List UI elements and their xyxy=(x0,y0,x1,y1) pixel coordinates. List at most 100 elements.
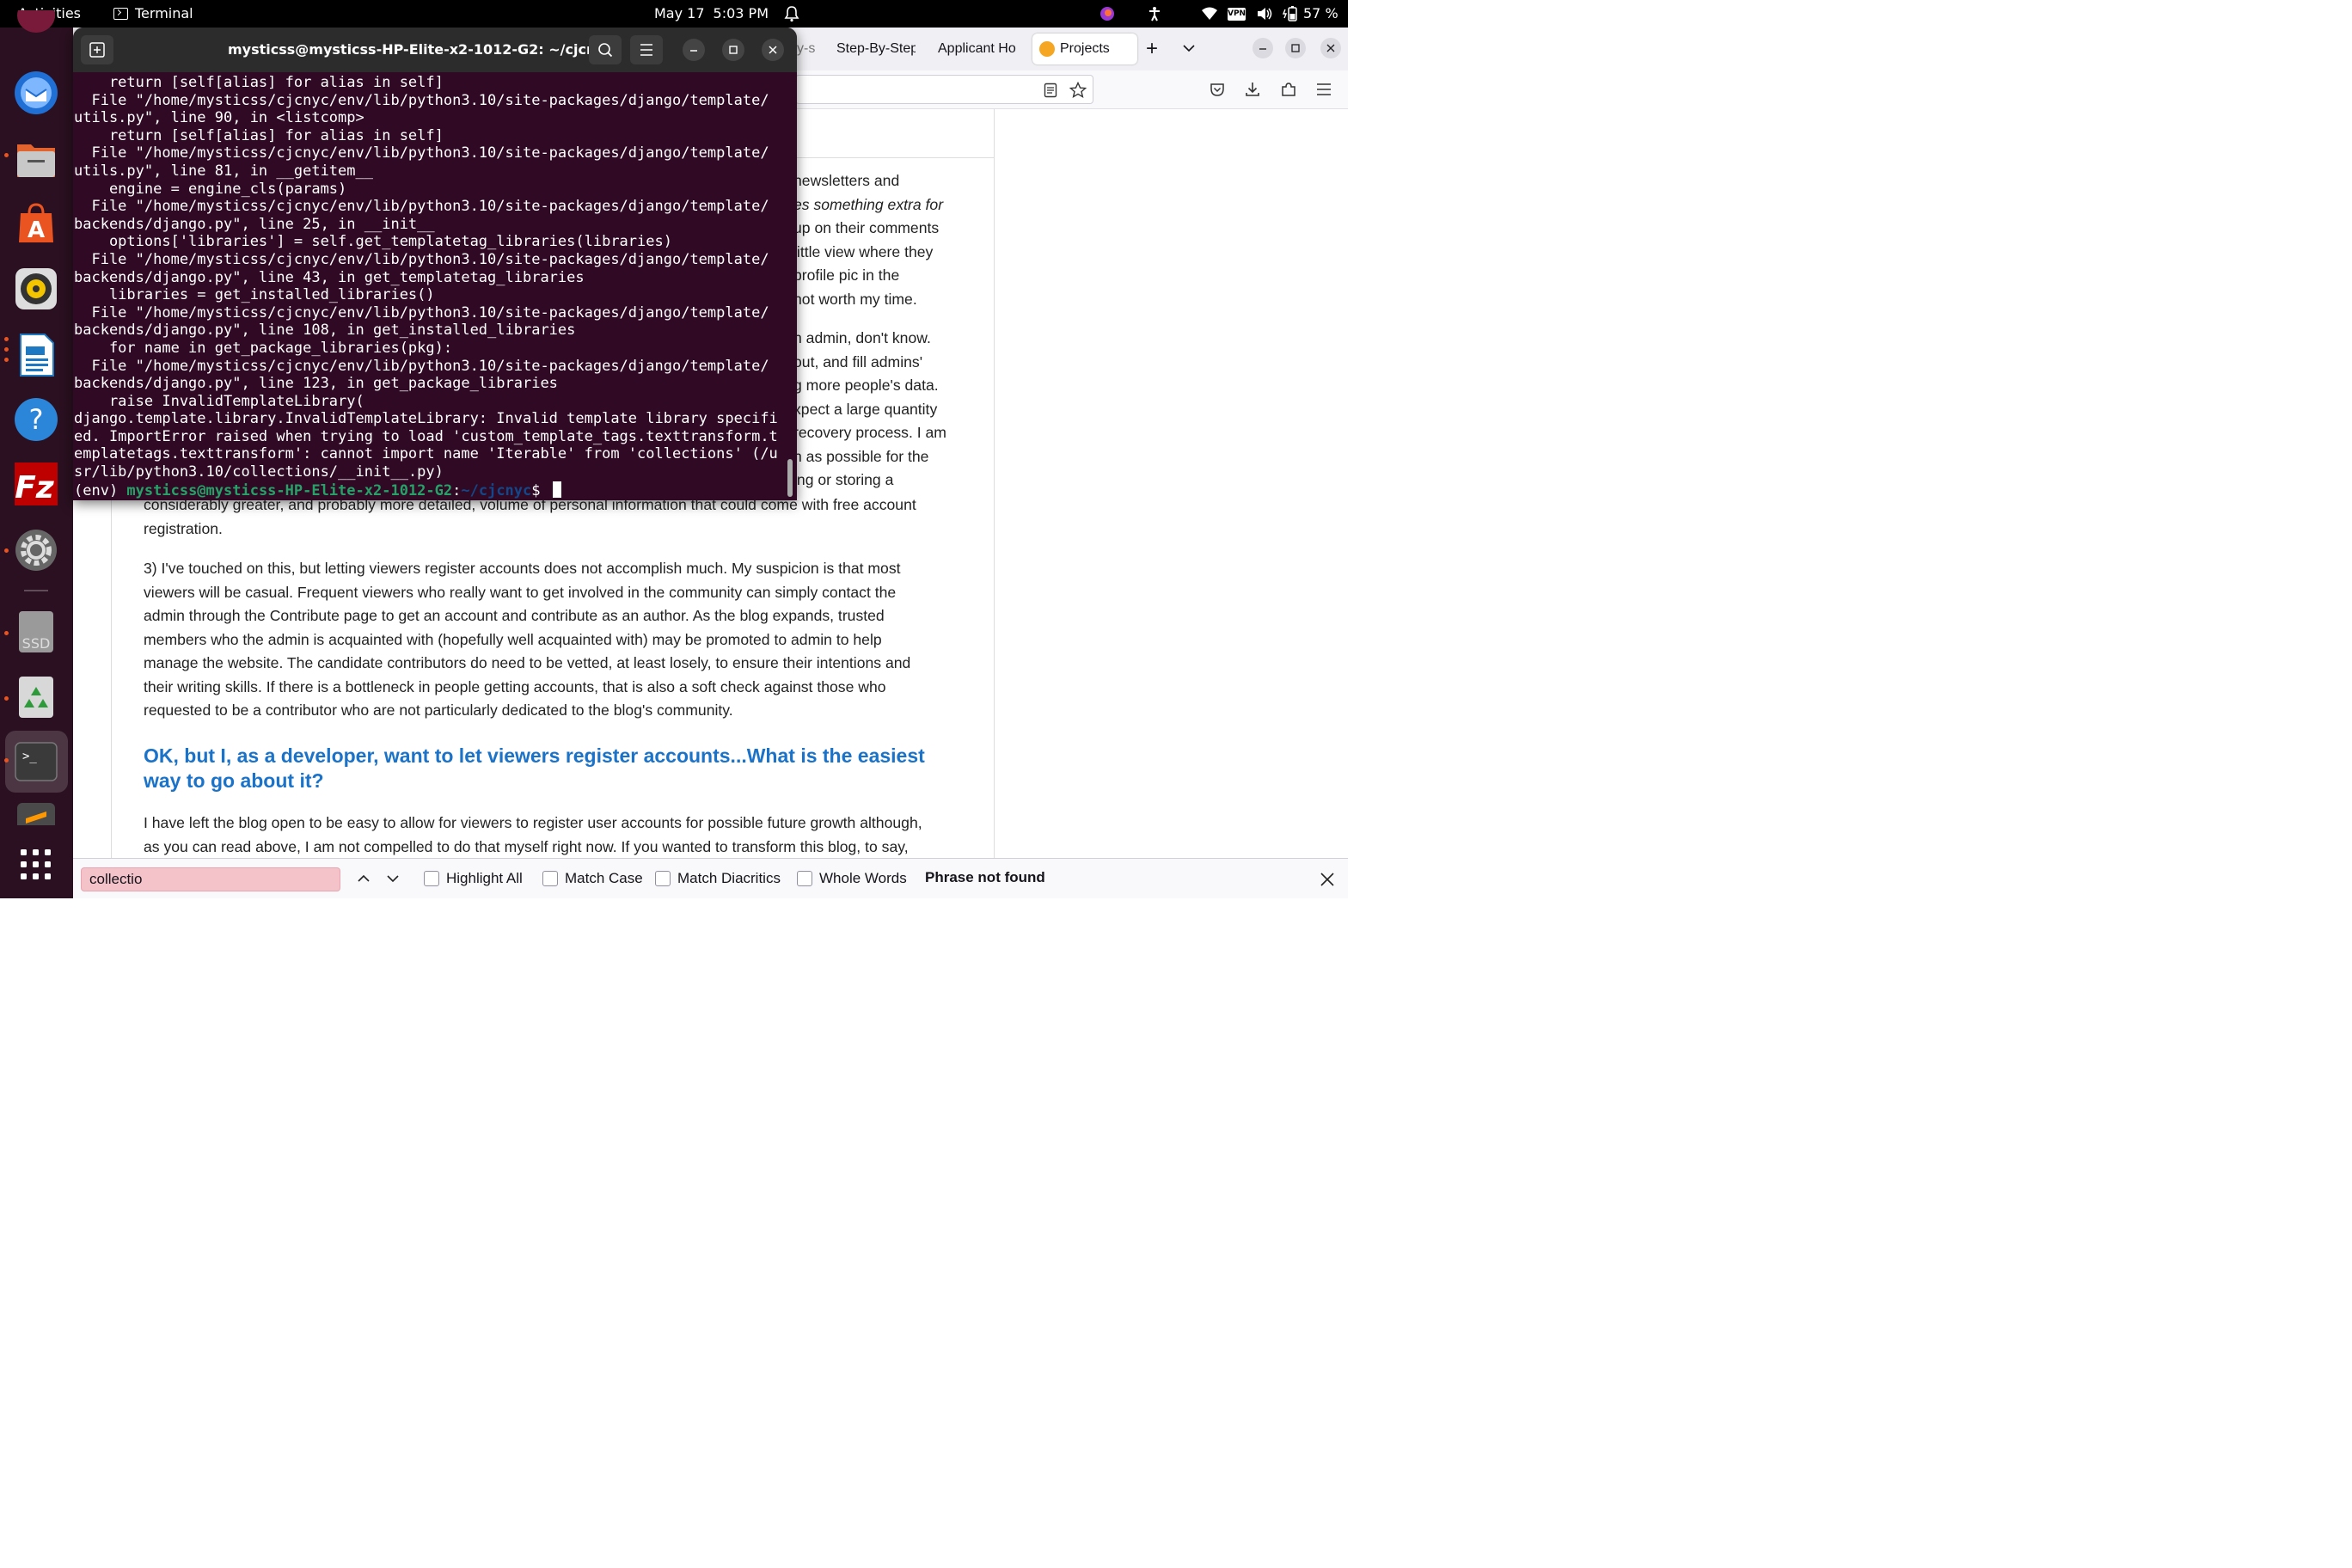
text-line: little view where they xyxy=(793,242,934,260)
terminal-small-icon xyxy=(113,8,128,20)
tab-applicant[interactable]: Applicant Ho xyxy=(938,28,1019,70)
app-center-icon[interactable]: A xyxy=(14,201,58,246)
terminal-close-button[interactable] xyxy=(762,39,784,61)
volume-icon[interactable] xyxy=(1256,6,1273,21)
settings-icon[interactable] xyxy=(14,528,58,573)
running-indicator xyxy=(4,347,9,352)
app-menu-terminal[interactable]: Terminal xyxy=(113,0,193,28)
pocket-icon[interactable] xyxy=(1209,81,1226,98)
highlight-all-checkbox[interactable]: Highlight All xyxy=(424,869,523,888)
paragraph-2-tail: considerably greater, and probably more … xyxy=(144,493,916,541)
find-previous-icon[interactable] xyxy=(356,871,371,886)
terminal-minimize-button[interactable] xyxy=(683,39,705,61)
text-line: xpect a large quantity xyxy=(793,400,938,418)
checkbox-box[interactable] xyxy=(424,871,439,886)
terminal-header-bar[interactable]: mysticss@mysticss-HP-Elite-x2-1012-G2: ~… xyxy=(73,28,797,72)
checkbox-box[interactable] xyxy=(797,871,812,886)
highlight-all-label: Highlight All xyxy=(446,870,523,886)
whole-words-checkbox[interactable]: Whole Words xyxy=(797,869,907,888)
wifi-icon[interactable] xyxy=(1201,6,1218,21)
match-case-checkbox[interactable]: Match Case xyxy=(542,869,643,888)
notification-bell-icon[interactable] xyxy=(784,5,799,22)
close-icon[interactable] xyxy=(1318,870,1337,889)
new-tab-button[interactable]: + xyxy=(1142,28,1162,70)
downloads-icon[interactable] xyxy=(1244,81,1261,98)
tab-partial[interactable]: y-s xyxy=(797,28,818,70)
terminal-prompt-line[interactable]: (env) mysticss@mysticss-HP-Elite-x2-1012… xyxy=(74,481,787,499)
text-line: members who the admin is acquainted with… xyxy=(144,630,882,648)
terminal-line: utils.py", line 90, in <listcomp> xyxy=(74,109,364,127)
text-line: newsletters and xyxy=(793,172,900,189)
restore-button[interactable] xyxy=(1285,38,1306,58)
search-button[interactable] xyxy=(589,35,622,64)
text-line: ing or storing a xyxy=(793,471,894,488)
match-diacritics-checkbox[interactable]: Match Diacritics xyxy=(655,869,781,888)
firefox-tray-icon[interactable] xyxy=(1099,6,1115,21)
menu-button[interactable] xyxy=(630,35,663,64)
running-indicator xyxy=(4,358,9,362)
terminal-output[interactable]: return [self[alias] for alias in self] F… xyxy=(74,74,787,499)
text-line: g more people's data. xyxy=(793,377,939,394)
minimize-button[interactable] xyxy=(1253,38,1273,58)
tab-projects[interactable]: Projects xyxy=(1032,34,1137,64)
vpn-indicator[interactable]: VPN xyxy=(1228,8,1246,21)
dock-separator xyxy=(24,590,48,591)
app-name-label: Terminal xyxy=(135,5,193,21)
clock-button[interactable]: May 17 5:03 PM xyxy=(654,0,769,28)
terminal-line: options['libraries'] = self.get_template… xyxy=(74,233,672,251)
url-bar[interactable] xyxy=(795,75,1093,104)
checkbox-box[interactable] xyxy=(542,871,558,886)
text-line: as you can read above, I am not compelle… xyxy=(144,837,909,855)
extensions-icon[interactable] xyxy=(1280,81,1297,98)
terminal-scrollbar[interactable] xyxy=(787,459,793,497)
terminal-line: File "/home/mysticss/cjcnyc/env/lib/pyth… xyxy=(74,357,769,375)
accessibility-icon[interactable] xyxy=(1147,6,1162,21)
bookmark-star-icon[interactable] xyxy=(1069,82,1087,99)
text-line: admin through the Contribute page to get… xyxy=(144,607,885,624)
paragraph-fragments-right: newsletters and es something extra for u… xyxy=(793,169,946,493)
running-indicator xyxy=(4,337,9,341)
terminal-icon[interactable]: >_ xyxy=(14,739,58,784)
thunderbird-icon[interactable] xyxy=(14,70,58,115)
text-fragment: es something extra for xyxy=(793,195,944,213)
close-window-button[interactable] xyxy=(1320,38,1341,58)
trash-icon[interactable] xyxy=(14,675,58,720)
checkbox-box[interactable] xyxy=(655,871,671,886)
tab-step-by-step[interactable]: Step-By-Step xyxy=(836,28,916,70)
sublime-icon[interactable] xyxy=(14,803,58,825)
find-input[interactable] xyxy=(81,867,340,891)
search-icon xyxy=(598,43,613,58)
find-next-icon[interactable] xyxy=(385,871,401,886)
find-status-text: Phrase not found xyxy=(925,869,1045,885)
list-all-tabs-icon[interactable] xyxy=(1182,43,1196,53)
terminal-maximize-button[interactable] xyxy=(722,39,744,61)
terminal-line: backends/django.py", line 123, in get_pa… xyxy=(74,375,558,393)
text-line: recovery process. I am xyxy=(793,424,946,441)
terminal-line: engine = engine_cls(params) xyxy=(74,180,347,198)
ubuntu-dock: A ? Fz SSD >_ xyxy=(0,0,73,898)
running-indicator xyxy=(4,758,9,763)
text-line: I have left the blog open to be easy to … xyxy=(144,814,922,831)
prompt-colon: : xyxy=(452,481,462,499)
battery-percent: 57 % xyxy=(1303,5,1338,21)
ssd-drive-icon[interactable]: SSD xyxy=(14,609,58,654)
filezilla-icon[interactable]: Fz xyxy=(14,462,58,506)
help-icon[interactable]: ? xyxy=(14,397,58,442)
terminal-line: django.template.library.InvalidTemplateL… xyxy=(74,410,778,428)
show-apps-icon[interactable] xyxy=(14,842,58,887)
battery-charging-icon[interactable] xyxy=(1283,6,1300,21)
terminal-line: backends/django.py", line 108, in get_in… xyxy=(74,322,576,340)
terminal-window[interactable]: mysticss@mysticss-HP-Elite-x2-1012-G2: ~… xyxy=(73,28,797,500)
text-line: viewers will be casual. Frequent viewers… xyxy=(144,583,897,601)
running-indicator xyxy=(4,153,9,157)
running-indicator xyxy=(4,548,9,553)
ubuntu-apps-icon[interactable] xyxy=(14,0,58,36)
writer-icon[interactable] xyxy=(14,333,58,377)
reader-view-icon[interactable] xyxy=(1044,83,1057,98)
clock-time: 5:03 PM xyxy=(713,5,769,21)
new-tab-button[interactable] xyxy=(81,35,113,64)
rhythmbox-icon[interactable] xyxy=(14,266,58,311)
files-icon[interactable] xyxy=(14,138,58,182)
hamburger-menu-icon[interactable] xyxy=(1315,81,1332,98)
